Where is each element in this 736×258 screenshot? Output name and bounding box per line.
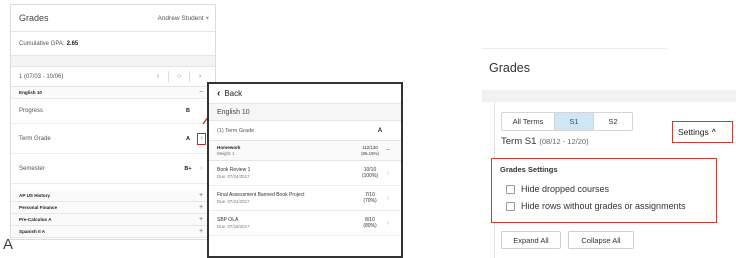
- term-grade-row: (1) Term Grade A: [209, 121, 401, 141]
- grades-settings-panel: Grades All Terms S1 S2 Term S1 (08/12 - 1…: [482, 48, 736, 258]
- expand-all-button[interactable]: Expand All: [501, 231, 561, 249]
- chevron-up-icon: ^: [711, 128, 716, 136]
- row-label: (1) Term Grade: [217, 127, 255, 134]
- assignment-score: 7/10 (70%): [357, 192, 383, 204]
- assignment-due: Due: 07/19/2017: [217, 224, 250, 229]
- assignment-row[interactable]: Final Assessment Banned Book Project Due…: [209, 186, 401, 211]
- chevron-left-icon: ‹: [217, 88, 221, 99]
- score-percent: (86.15%): [361, 150, 379, 156]
- checkbox-hide-dropped[interactable]: [506, 184, 515, 194]
- checkbox-hide-empty-rows[interactable]: [506, 201, 515, 211]
- score-percent: (80%): [363, 223, 377, 229]
- settings-button[interactable]: Settings ^: [672, 121, 733, 143]
- term-dates: (08/12 - 12/20): [539, 137, 589, 146]
- chevron-right-icon[interactable]: ›: [383, 170, 393, 177]
- option-label: Hide dropped courses: [521, 184, 610, 194]
- tab-all-terms[interactable]: All Terms: [502, 113, 554, 130]
- assignment-due: Due: 07/21/2017: [217, 199, 250, 204]
- option-hide-dropped[interactable]: Hide dropped courses: [506, 184, 609, 194]
- assignment-row[interactable]: Book Review 1 Due: 07/24/2017 10/10 (100…: [209, 161, 401, 186]
- term-name: Term S1: [501, 136, 537, 147]
- assignment-name: Book Review 1: [217, 167, 251, 173]
- option-label: Hide rows without grades or assignments: [521, 201, 686, 211]
- divider: [482, 90, 736, 102]
- tab-s2[interactable]: S2: [594, 113, 632, 130]
- chevron-right-icon[interactable]: ›: [383, 195, 393, 202]
- term-tabs: All Terms S1 S2: [501, 112, 633, 131]
- collapse-all-button[interactable]: Collapse All: [568, 231, 634, 249]
- option-hide-empty-rows[interactable]: Hide rows without grades or assignments: [506, 201, 686, 211]
- tab-s1[interactable]: S1: [554, 113, 594, 130]
- settings-dropdown: Grades Settings Hide dropped courses Hid…: [491, 158, 717, 223]
- back-label: Back: [224, 89, 243, 98]
- grade-detail-panel: ‹ Back English 10 (1) Term Grade A Homew…: [207, 82, 403, 258]
- assignment-score: 10/10 (100%): [357, 167, 383, 179]
- category-row-homework[interactable]: Homework Weight: 1 112/130 (86.15%) −: [209, 141, 401, 161]
- assignment-name: SBP OLA: [217, 217, 239, 223]
- row-grade: A: [377, 127, 383, 134]
- page-title: Grades: [489, 61, 530, 75]
- course-title: English 10: [209, 104, 401, 121]
- assignment-score: 8/10 (80%): [357, 217, 383, 229]
- back-button[interactable]: ‹ Back: [209, 84, 401, 104]
- assignment-due: Due: 07/24/2017: [217, 174, 250, 179]
- category-name: Homework: [217, 145, 241, 150]
- term-heading: Term S1 (08/12 - 12/20): [501, 136, 589, 147]
- category-weight: Weight: 1: [217, 151, 235, 156]
- category-score: 112/130 (86.15%): [357, 145, 383, 156]
- settings-header: Grades Settings: [500, 165, 558, 174]
- settings-label: Settings: [678, 127, 709, 137]
- assignment-name: Final Assessment Banned Book Project: [217, 192, 305, 198]
- assignment-row[interactable]: SBP OLA Due: 07/19/2017 8/10 (80%) ›: [209, 211, 401, 236]
- divider: [482, 48, 667, 49]
- collapse-icon[interactable]: −: [383, 147, 393, 154]
- score-percent: (100%): [361, 173, 379, 179]
- score-percent: (70%): [363, 198, 377, 204]
- chevron-right-icon[interactable]: ›: [383, 220, 393, 227]
